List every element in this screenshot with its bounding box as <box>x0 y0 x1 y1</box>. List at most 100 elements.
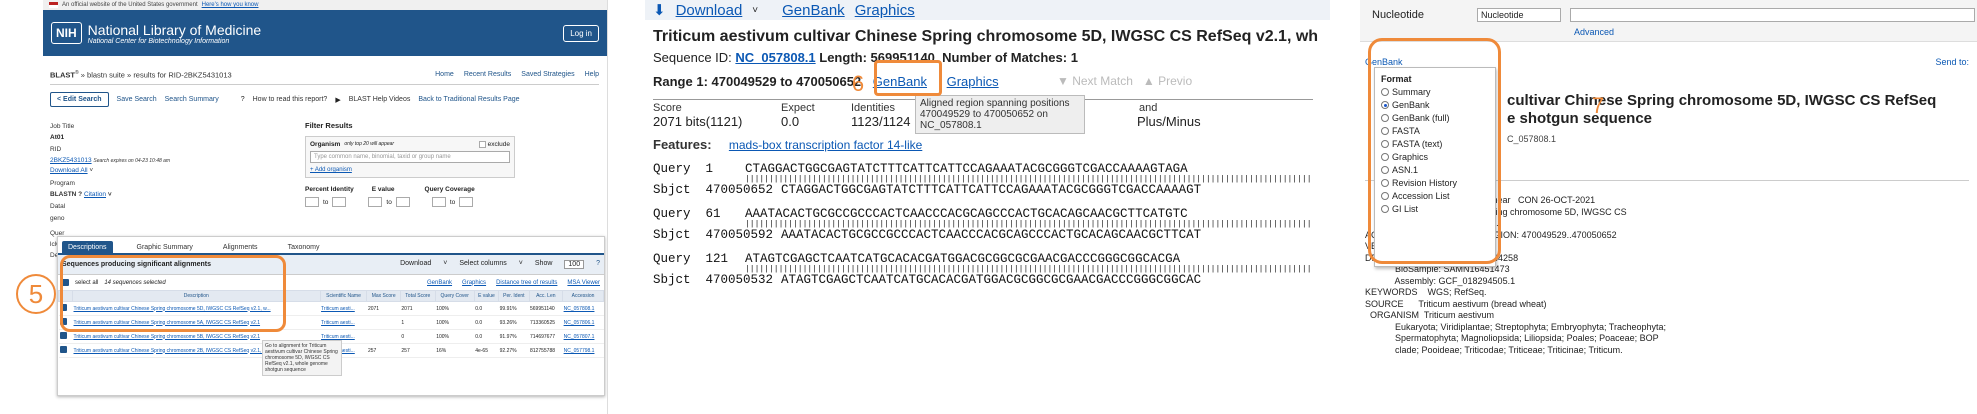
gov-banner: An official website of the United States… <box>43 0 607 10</box>
nih-logo[interactable]: NIH <box>51 22 82 44</box>
highlight-box-5 <box>60 255 286 332</box>
expect-header: Expect <box>781 102 815 114</box>
chevron-down-icon: ˅ <box>752 4 759 16</box>
query-line: Query 61 AAATACACTGCGCCGCCCACTCAACCCACGCA… <box>653 207 1188 221</box>
seqid-link[interactable]: NC_057808.1 <box>735 50 815 65</box>
rid-label: RID <box>50 146 62 153</box>
download-dropdown[interactable]: Download <box>400 260 431 269</box>
score-header: Score <box>653 102 682 114</box>
db-label: Nucleotide <box>1372 9 1424 21</box>
graphics-top-link[interactable]: Graphics <box>855 2 915 19</box>
results-tabs: Descriptions Graphic Summary Alignments … <box>58 237 604 255</box>
coverage-to-input[interactable] <box>459 197 474 208</box>
next-match-link[interactable]: ▼ Next Match <box>1057 74 1133 88</box>
distance-tree-link[interactable]: Distance tree of results <box>496 280 557 286</box>
db-select[interactable]: Nucleotide <box>1477 8 1561 22</box>
tab-graphic-summary[interactable]: Graphic Summary <box>131 241 199 253</box>
subject-line: Sbjct 470050592 AAATACACTGCGCCGCCCACTCAAC… <box>653 228 1201 242</box>
row-checkbox[interactable] <box>59 332 67 339</box>
matches-value: 1 <box>1070 50 1078 65</box>
citation-link[interactable]: Citation <box>84 191 106 198</box>
graphics-range-link[interactable]: Graphics <box>947 74 999 89</box>
table-cell[interactable]: NC_057807.1 <box>562 329 604 344</box>
coverage-from-input[interactable] <box>431 197 446 208</box>
home-link[interactable]: Home <box>435 71 454 78</box>
exclude-checkbox[interactable] <box>478 141 486 148</box>
send-to-menu[interactable]: Send to: <box>1935 57 1969 67</box>
add-organism-link[interactable]: + Add organism <box>310 167 352 173</box>
msa-viewer-link[interactable]: MSA Viewer <box>567 280 600 286</box>
tab-descriptions[interactable]: Descriptions <box>62 241 113 253</box>
subject-label: Sbjct 470050532 <box>653 273 774 287</box>
identity-to-input[interactable] <box>332 197 347 208</box>
to-label: to <box>449 198 456 206</box>
table-cell[interactable]: NC_057798.1 <box>562 343 604 358</box>
col-per-ident[interactable]: Per. Ident <box>498 290 530 302</box>
help-videos-link[interactable]: BLAST Help Videos <box>349 96 411 103</box>
organism-input[interactable]: Type common name, binomial, taxid or gro… <box>310 151 510 164</box>
subject-line: Sbjct 470050532 ATAGTCGAGCTCAATCATGCACACG… <box>653 273 1201 287</box>
recent-results-link[interactable]: Recent Results <box>464 71 511 78</box>
previous-match-link[interactable]: ▲ Previo <box>1143 74 1192 88</box>
help-icon[interactable]: ? <box>596 260 600 269</box>
feature-link[interactable]: mads-box transcription factor 14-like <box>729 138 922 152</box>
filter-results: Filter Results Organism only top 20 will … <box>305 121 515 208</box>
table-cell: 257 <box>366 343 401 358</box>
heres-how-link[interactable]: Here's how you know <box>202 2 259 8</box>
col-acc-len[interactable]: Acc. Len <box>528 290 564 302</box>
blast-results-panel: An official website of the United States… <box>43 0 608 414</box>
range-text: Range 1: 470049529 to 4700506 <box>653 74 847 89</box>
show-select[interactable]: 100 <box>564 260 585 269</box>
row-checkbox[interactable] <box>59 346 67 353</box>
col-query-cover[interactable]: Query Cover <box>434 290 475 302</box>
query-sequence: ATAGTCGAGCTCAATCATGCACACGATGGACGCGGCGCGA… <box>745 252 1181 266</box>
breadcrumb-blast[interactable]: BLAST <box>50 71 75 80</box>
col-evalue[interactable]: E value <box>473 290 500 302</box>
match-nav: ▼ Next Match ▲ Previo <box>1057 74 1192 88</box>
identity-from-input[interactable] <box>305 197 319 208</box>
edit-search-button[interactable]: < Edit Search <box>50 92 109 107</box>
select-columns-dropdown[interactable]: Select columns <box>459 260 506 269</box>
tab-alignments[interactable]: Alignments <box>217 241 264 253</box>
highlight-box-6 <box>874 60 942 96</box>
step-number-7: 7 <box>1591 93 1605 118</box>
col-scientific-name[interactable]: Scientific Name <box>319 290 368 302</box>
search-summary-dropdown[interactable]: Search Summary <box>165 96 219 103</box>
col-max-score[interactable]: Max Score <box>366 290 401 302</box>
how-to-read-link[interactable]: How to read this report? <box>253 96 328 103</box>
nlm-title: National Library of Medicine <box>87 21 262 38</box>
traditional-results-link[interactable]: Back to Traditional Results Page <box>418 96 519 103</box>
search-input[interactable] <box>1570 8 1975 22</box>
table-cell[interactable]: Triticum aesti... <box>320 315 367 330</box>
rid-link[interactable]: 2BKZ5431013 <box>50 157 92 164</box>
tab-taxonomy[interactable]: Taxonomy <box>282 241 326 253</box>
save-search-link[interactable]: Save Search <box>117 96 157 103</box>
saved-strategies-link[interactable]: Saved Strategies <box>521 71 574 78</box>
table-cell: 713360525 <box>529 315 563 330</box>
database-label: Datal <box>50 203 66 210</box>
genbank-link[interactable]: GenBank <box>427 280 452 286</box>
download-menu[interactable]: Download <box>676 2 743 19</box>
evalue-to-input[interactable] <box>395 197 410 208</box>
nih-header: NIH National Library of Medicine Nationa… <box>43 10 607 56</box>
evalue-from-input[interactable] <box>368 197 383 208</box>
table-cell[interactable]: NC_057806.1 <box>562 315 604 330</box>
table-cell[interactable]: Triticum aesti... <box>320 301 367 316</box>
download-all-link[interactable]: Download All <box>50 167 88 174</box>
help-link[interactable]: Help <box>585 71 599 78</box>
us-flag-icon <box>49 2 58 8</box>
table-cell[interactable]: NC_057808.1 <box>562 301 604 316</box>
organism-label: Organism <box>310 141 341 148</box>
step-number-5: 5 <box>16 274 56 314</box>
rid-row: 2BKZ5431013 Search expires on 04-23 10:4… <box>50 157 170 164</box>
col-accession[interactable]: Accession <box>562 290 604 302</box>
table-cell: 92.27% <box>498 343 529 358</box>
col-total-score[interactable]: Total Score <box>399 290 436 302</box>
program-value: BLASTN <box>50 191 77 198</box>
advanced-link[interactable]: Advanced <box>1574 27 1614 37</box>
graphics-link[interactable]: Graphics <box>462 280 486 286</box>
genbank-top-link[interactable]: GenBank <box>782 2 845 19</box>
table-cell <box>366 315 401 330</box>
login-button[interactable]: Log in <box>563 24 599 42</box>
divider <box>50 84 599 85</box>
